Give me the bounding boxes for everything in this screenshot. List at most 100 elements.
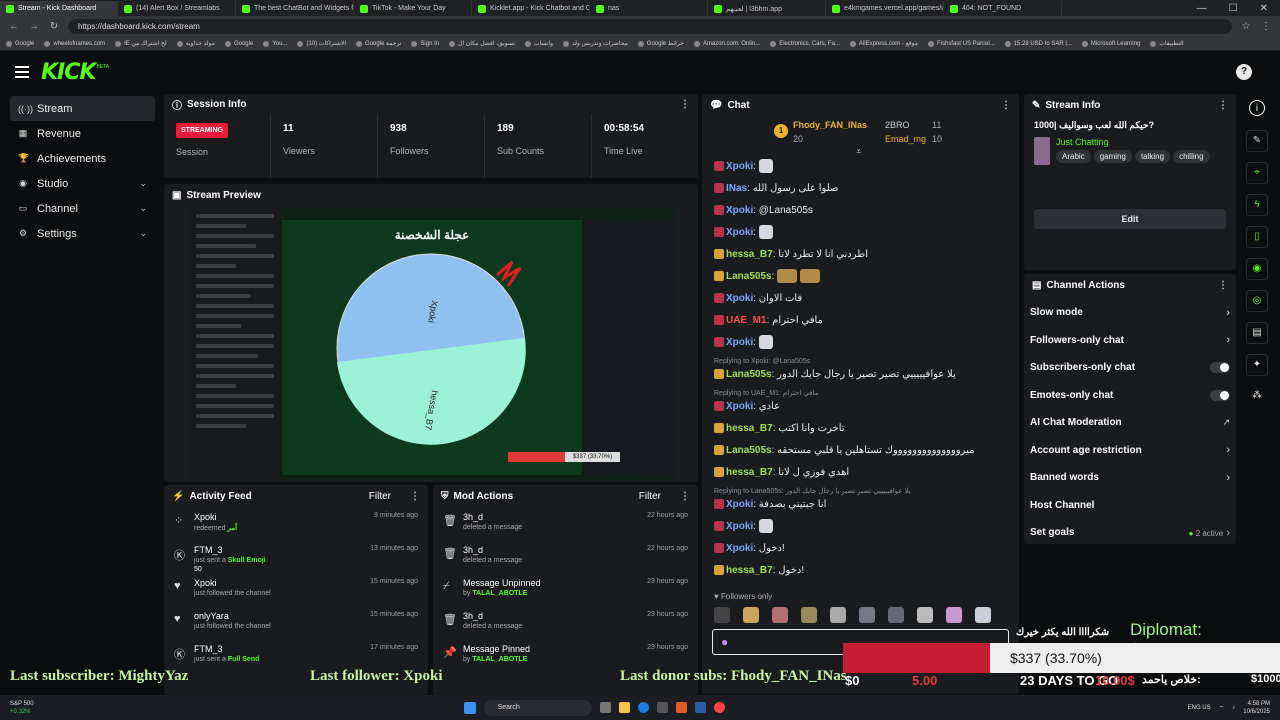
more-icon[interactable]: ⋮ — [680, 491, 690, 502]
chat-username[interactable]: Xpoki — [726, 401, 753, 412]
filter-button[interactable]: Filter — [369, 491, 391, 502]
channel-action-followers-only-chat[interactable]: Followers-only chat › — [1024, 327, 1236, 355]
chrome-icon[interactable] — [713, 702, 725, 713]
task-view-icon[interactable] — [599, 702, 611, 713]
bookmark-item[interactable]: Microsoft Learning — [1081, 40, 1140, 47]
browser-tab[interactable]: e4kmgames.vercel.app/games/u — [826, 1, 944, 16]
sidebar-item-settings[interactable]: ⚙ Settings ⌄ — [10, 221, 155, 246]
activity-user[interactable]: Xpoki — [194, 512, 366, 522]
wrench-icon[interactable]: ✦ — [1246, 354, 1268, 376]
browser-tab[interactable]: لعبـهم | l3bhm.app — [708, 1, 826, 16]
chat-username[interactable]: hessa_B7 — [726, 467, 773, 478]
volume-icon[interactable]: ♪ — [1232, 705, 1235, 711]
sidebar-item-achievements[interactable]: 🏆 Achievements — [10, 146, 155, 171]
kick-logo[interactable]: KICK — [41, 60, 96, 85]
chat-bubble-icon[interactable]: ◉ — [1246, 258, 1268, 280]
info-icon[interactable]: i — [1249, 100, 1265, 116]
chat-username[interactable]: Lana505s — [726, 445, 772, 456]
channel-action-set-goals[interactable]: Set goals ● 2 active › — [1024, 519, 1236, 544]
chat-username[interactable]: hessa_B7 — [726, 565, 773, 576]
chat-username[interactable]: hessa_B7 — [726, 423, 773, 434]
browser-tab[interactable]: TikTok - Make Your Day — [354, 1, 472, 16]
chat-username[interactable]: Xpoki — [726, 499, 753, 510]
emote-icon[interactable] — [801, 607, 817, 623]
bookmark-item[interactable]: AliExpress.com - موقع — [849, 40, 918, 47]
activity-user[interactable]: FTM_3 — [194, 545, 362, 555]
chat-reply-context[interactable]: Replying to Xpoki: @Lana505s — [714, 357, 1007, 367]
emote-icon[interactable] — [714, 607, 730, 623]
minimize-icon[interactable]: — — [1197, 3, 1207, 14]
url-input[interactable]: https://dashboard.kick.com/stream — [68, 19, 1232, 34]
toggle-switch[interactable] — [1210, 362, 1230, 374]
more-icon[interactable]: ⋮ — [1218, 280, 1228, 291]
mod-action-by[interactable]: TALAL_ABOTLE — [472, 590, 527, 597]
collapse-icon[interactable]: ⩡ — [856, 146, 861, 157]
more-icon[interactable]: ⋮ — [680, 99, 690, 110]
channel-action-emotes-only-chat[interactable]: Emotes-only chat — [1024, 382, 1236, 410]
emote-icon[interactable] — [743, 607, 759, 623]
channel-action-account-age-restriction[interactable]: Account age restriction › — [1024, 437, 1236, 465]
browser-tab[interactable]: The best ChatBot and Widgets fo — [236, 1, 354, 16]
reload-icon[interactable]: ↻ — [48, 21, 60, 32]
emote-icon[interactable] — [888, 607, 904, 623]
user-avatar[interactable]: ? — [1236, 64, 1252, 80]
mic-icon[interactable]: ● — [721, 635, 728, 649]
broadcast-icon[interactable]: ◎ — [1246, 290, 1268, 312]
extensions-icon[interactable]: ⋮ — [1260, 21, 1272, 32]
more-icon[interactable]: ⋮ — [1218, 100, 1228, 111]
clock[interactable]: 4:58 PM 10/6/2025 — [1243, 700, 1270, 716]
browser-tab[interactable]: nas — [590, 1, 708, 16]
chat-username[interactable]: Lana505s — [726, 271, 772, 282]
sidebar-item-stream[interactable]: ((·)) Stream — [10, 96, 155, 121]
bookmark-item[interactable]: مولد خداوية — [176, 40, 215, 47]
channel-action-banned-words[interactable]: Banned words › — [1024, 464, 1236, 492]
channel-action-host-channel[interactable]: Host Channel — [1024, 492, 1236, 520]
back-icon[interactable]: ← — [8, 21, 20, 32]
browser-tab[interactable]: Kicklet.app - Kick Chatbot and C — [472, 1, 590, 16]
mod-action-by[interactable]: TALAL_ABOTLE — [472, 656, 527, 663]
chat-username[interactable]: Xpoki — [726, 205, 753, 216]
activity-user[interactable]: Xpoki — [194, 578, 362, 588]
windows-start-icon[interactable] — [463, 701, 476, 714]
bookmark-item[interactable]: محاضرات وتدريس ولد — [563, 40, 628, 47]
bookmark-item[interactable]: Google — [6, 40, 34, 47]
emote-icon[interactable] — [830, 607, 846, 623]
sidebar-item-channel[interactable]: ▭ Channel ⌄ — [10, 196, 155, 221]
bookmark-item[interactable]: Google — [224, 40, 253, 47]
lightning-icon[interactable]: ϟ — [1246, 194, 1268, 216]
more-icon[interactable]: ⋮ — [410, 491, 420, 502]
bookmark-item[interactable]: You... — [263, 40, 287, 47]
edit-button[interactable]: Edit — [1034, 209, 1226, 229]
chat-username[interactable]: UAE_M1 — [726, 315, 767, 326]
steam-icon[interactable] — [694, 702, 706, 713]
emote-icon[interactable] — [946, 607, 962, 623]
filter-button[interactable]: Filter — [639, 491, 661, 502]
taskbar-search[interactable]: Search — [483, 699, 592, 716]
bookmark-item[interactable]: Electronics, Cars, Fa... — [770, 40, 840, 47]
language-indicator[interactable]: ENG US — [1188, 705, 1211, 711]
chat-username[interactable]: Xpoki — [726, 293, 753, 304]
bookmark-item[interactable]: Amazon.com: Onlin... — [693, 40, 760, 47]
chat-reply-context[interactable]: Replying to Lana505s: يلا عوافيييييي تصي… — [714, 487, 1007, 497]
widget-stocks[interactable]: S&P 500 +0.32% — [10, 700, 34, 716]
wifi-icon[interactable]: ⌔ — [1219, 704, 1225, 712]
chat-username[interactable]: Lana505s — [726, 369, 772, 380]
share-icon[interactable]: ⁂ — [1246, 386, 1268, 408]
bookmark-item[interactable]: واتساب — [524, 40, 553, 47]
bookmark-item[interactable]: تسويق، افضل مكان ال — [449, 40, 515, 47]
bookmark-item[interactable]: 15.28 USD to SAR |... — [1004, 40, 1072, 47]
bookmark-item[interactable]: IE لخ اشتراك من — [115, 40, 167, 47]
bookmark-item[interactable]: Google خرائط — [637, 40, 684, 47]
chat-username[interactable]: Xpoki — [726, 227, 753, 238]
chat-reply-context[interactable]: Replying to UAE_M1: مافي احترام — [714, 389, 1007, 399]
file-explorer-icon[interactable] — [618, 702, 630, 713]
toggle-switch[interactable] — [1210, 389, 1230, 401]
menu-icon[interactable] — [15, 66, 29, 78]
maximize-icon[interactable]: ☐ — [1229, 3, 1238, 14]
bookmark-item[interactable]: الاشتراكات (10) — [297, 40, 346, 47]
channel-action-subscribers-only-chat[interactable]: Subscribers-only chat — [1024, 354, 1236, 382]
emote-icon[interactable] — [975, 607, 991, 623]
channel-action-slow-mode[interactable]: Slow mode › — [1024, 299, 1236, 327]
bookmark-item[interactable]: Google ترجمة — [356, 40, 401, 47]
more-icon[interactable]: ⋮ — [1001, 100, 1011, 111]
